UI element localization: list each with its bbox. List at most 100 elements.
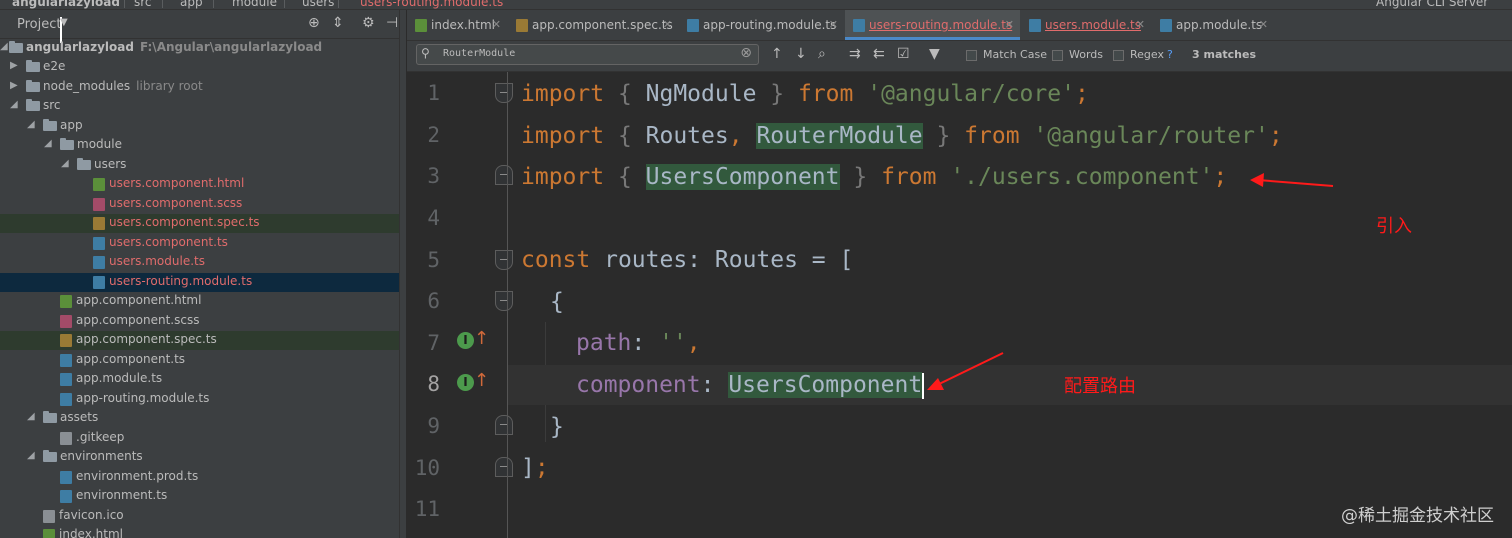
chevron-right-icon[interactable]: ▶ (10, 60, 18, 71)
tree-item-app-component-ts[interactable]: app.component.ts (0, 351, 406, 370)
next-occurrence-icon[interactable]: ↓ (795, 46, 807, 62)
code-line-9[interactable]: } (508, 407, 1512, 447)
chevron-down-icon[interactable]: ◢ (27, 411, 35, 422)
tree-item-users-component-ts[interactable]: users.component.ts (0, 234, 406, 253)
tree-item-gitkeep[interactable]: .gitkeep (0, 429, 406, 448)
search-query[interactable]: RouterModule (443, 48, 515, 59)
tab-app-routing-module[interactable]: app-routing.module.ts ✕ (679, 10, 844, 40)
words-checkbox[interactable] (1052, 50, 1063, 61)
run-configuration-selector[interactable]: Angular CLI Server (1376, 0, 1488, 9)
tab-app-module[interactable]: app.module.ts ✕ (1152, 10, 1274, 40)
scss-file-icon (60, 315, 72, 328)
clear-icon[interactable]: ⊗ (740, 45, 752, 61)
match-case-checkbox[interactable] (966, 50, 977, 61)
tree-item-assets[interactable]: ◢ assets (0, 409, 406, 428)
ts-file-icon (93, 237, 105, 250)
code-line-3[interactable]: import { UsersComponent } from './users.… (508, 157, 1512, 197)
breadcrumb-root[interactable]: angularlazyload (12, 0, 120, 9)
close-icon[interactable]: ✕ (1005, 18, 1014, 31)
tab-index-html[interactable]: index.html ✕ (407, 10, 507, 40)
tree-item-e2e[interactable]: ▶ e2e (0, 58, 406, 77)
project-view-selector[interactable]: Project (17, 17, 61, 32)
implements-interface-icon[interactable]: I (457, 332, 474, 349)
tree-item-environment-prod[interactable]: environment.prod.ts (0, 468, 406, 487)
tree-item-app-routing-module[interactable]: app-routing.module.ts (0, 390, 406, 409)
hide-panel-icon[interactable]: ⊣ (386, 15, 398, 31)
tab-app-component-spec[interactable]: app.component.spec.ts ✕ (508, 10, 678, 40)
collapse-all-icon[interactable]: ⇕ (332, 15, 344, 31)
tree-item-app-component-html[interactable]: app.component.html (0, 292, 406, 311)
close-icon[interactable]: ✕ (492, 18, 501, 31)
tree-item-users-routing-module[interactable]: users-routing.module.ts (0, 273, 406, 292)
tree-item-root[interactable]: ◢ angularlazyload F:\Angular\angularlazyl… (0, 39, 406, 58)
chevron-down-icon[interactable]: ◢ (10, 99, 18, 110)
code-editor[interactable]: import { NgModule } from '@angular/core'… (508, 72, 1512, 538)
property-key: path (576, 330, 632, 356)
breadcrumb-module[interactable]: module (232, 0, 277, 9)
tree-item-users-module[interactable]: users.module.ts (0, 253, 406, 272)
implements-interface-icon[interactable]: I (457, 374, 474, 391)
close-icon[interactable]: ✕ (663, 18, 672, 31)
chevron-down-icon[interactable]: ◢ (0, 41, 8, 52)
tree-item-app-component-scss[interactable]: app.component.scss (0, 312, 406, 331)
ts-file-icon (1160, 19, 1172, 32)
words-label[interactable]: Words (1069, 48, 1103, 61)
breadcrumb-users[interactable]: users (302, 0, 334, 9)
close-icon[interactable]: ✕ (1259, 18, 1268, 31)
panel-scrollbar[interactable] (399, 10, 406, 538)
code-line-5[interactable]: const routes: Routes = [ (508, 240, 1512, 280)
chevron-down-icon[interactable]: ◢ (61, 158, 69, 169)
tree-item-users-component-scss[interactable]: users.component.scss (0, 195, 406, 214)
tab-users-routing-module[interactable]: users-routing.module.ts ✕ (845, 10, 1020, 40)
close-icon[interactable]: ✕ (1136, 18, 1145, 31)
tree-item-users-component-spec[interactable]: users.component.spec.ts (0, 214, 406, 233)
chevron-down-icon[interactable]: ◢ (44, 138, 52, 149)
tree-item-favicon[interactable]: favicon.ico (0, 507, 406, 526)
tree-item-src[interactable]: ◢ src (0, 97, 406, 116)
filter-icon[interactable]: ▼ (929, 46, 940, 62)
search-icon[interactable]: ⚲ (421, 46, 430, 60)
up-arrow-icon[interactable]: ↑ (474, 371, 489, 391)
regex-checkbox[interactable] (1113, 50, 1124, 61)
scroll-from-source-icon[interactable]: ⊕ (308, 15, 320, 31)
tree-item-app[interactable]: ◢ app (0, 117, 406, 136)
tree-item-module[interactable]: ◢ module (0, 136, 406, 155)
previous-occurrence-icon[interactable]: ↑ (771, 46, 783, 62)
code-line-6[interactable]: { (508, 282, 1512, 322)
chevron-right-icon[interactable]: ▶ (10, 80, 18, 91)
breadcrumb-app[interactable]: app (180, 0, 203, 9)
breadcrumb-src[interactable]: src (134, 0, 152, 9)
remove-occurrence-icon[interactable]: ⇇ (873, 46, 885, 62)
chevron-down-icon[interactable]: ◢ (27, 450, 35, 461)
match-case-label[interactable]: Match Case (983, 48, 1047, 61)
tree-item-environment[interactable]: environment.ts (0, 487, 406, 506)
add-occurrence-icon[interactable]: ⇉ (849, 46, 861, 62)
close-icon[interactable]: ✕ (829, 18, 838, 31)
string-literal: '@angular/core' (867, 81, 1075, 107)
code-line-7[interactable]: path: '', (508, 323, 1512, 363)
up-arrow-icon[interactable]: ↑ (474, 329, 489, 349)
regex-label[interactable]: Regex (1130, 48, 1164, 61)
tree-item-users-component-html[interactable]: users.component.html (0, 175, 406, 194)
code-line-8[interactable]: component: UsersComponent (508, 365, 1512, 405)
code-line-1[interactable]: import { NgModule } from '@angular/core'… (508, 74, 1512, 114)
code-line-2[interactable]: import { Routes, RouterModule } from '@a… (508, 116, 1512, 156)
breadcrumb-file[interactable]: users-routing.module.ts (360, 0, 503, 9)
tree-item-app-component-spec[interactable]: app.component.spec.ts (0, 331, 406, 350)
chevron-down-icon[interactable]: ◢ (27, 119, 35, 130)
tree-item-environments[interactable]: ◢ environments (0, 448, 406, 467)
gear-icon[interactable]: ⚙ (362, 15, 375, 31)
tree-item-label: users.component.scss (109, 196, 243, 210)
tab-label: app.module.ts (1176, 18, 1263, 32)
code-line-10[interactable]: ]; (508, 448, 1512, 488)
tab-users-module[interactable]: users.module.ts ✕ (1021, 10, 1151, 40)
tree-item-index-html[interactable]: index.html (0, 526, 406, 538)
tree-item-app-module[interactable]: app.module.ts (0, 370, 406, 389)
regex-help-link[interactable]: ? (1167, 48, 1173, 61)
search-field[interactable]: ⚲ RouterModule ⊗ (416, 44, 759, 65)
tree-item-users[interactable]: ◢ users (0, 156, 406, 175)
tree-item-node-modules[interactable]: ▶ node_modules library root (0, 78, 406, 97)
find-all-icon[interactable]: ⌕ (818, 46, 826, 62)
editor-gutter[interactable]: 1 2 3 4 5 6 7 8 9 10 11 I ↑ I ↑ (407, 72, 513, 538)
select-all-occurrences-icon[interactable]: ☑ (897, 46, 910, 62)
